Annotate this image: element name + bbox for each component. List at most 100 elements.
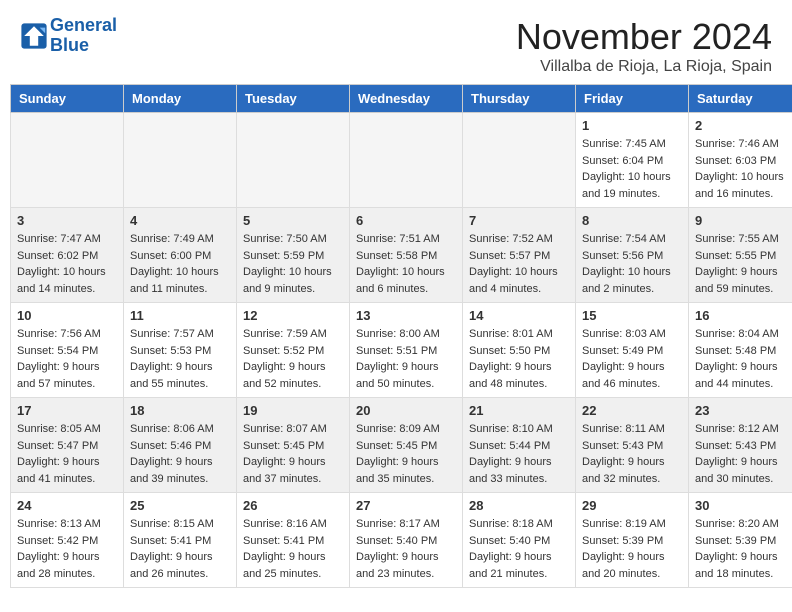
day-info: Sunrise: 8:00 AMSunset: 5:51 PMDaylight:… bbox=[356, 326, 456, 392]
calendar-cell: 18 Sunrise: 8:06 AMSunset: 5:46 PMDayligh… bbox=[124, 398, 237, 493]
calendar-cell: 15Sunrise: 8:03 AMSunset: 5:49 PMDayligh… bbox=[576, 303, 689, 398]
weekday-header-row: SundayMondayTuesdayWednesdayThursdayFrid… bbox=[11, 85, 792, 113]
calendar-cell: 3Sunrise: 7:47 AMSunset: 6:02 PMDaylight… bbox=[11, 208, 124, 303]
day-info: Sunrise: 8:16 AMSunset: 5:41 PMDaylight:… bbox=[243, 516, 343, 582]
day-info: Sunrise: 8:05 AMSunset: 5:47 PMDaylight:… bbox=[17, 421, 117, 487]
day-number: 28 bbox=[469, 498, 569, 513]
calendar-cell: 8 Sunrise: 7:54 AMSunset: 5:56 PMDaylight… bbox=[576, 208, 689, 303]
day-info: Sunrise: 7:57 AMSunset: 5:53 PMDaylight:… bbox=[130, 326, 230, 392]
day-number: 13 bbox=[356, 308, 456, 323]
calendar-cell: 28 Sunrise: 8:18 AMSunset: 5:40 PMDayligh… bbox=[463, 493, 576, 588]
day-info: Sunrise: 8:20 AMSunset: 5:39 PMDaylight:… bbox=[695, 516, 792, 582]
calendar-cell: 6Sunrise: 7:51 AMSunset: 5:58 PMDaylight… bbox=[350, 208, 463, 303]
day-number: 9 bbox=[695, 213, 792, 228]
day-info: Sunrise: 7:54 AMSunset: 5:56 PMDaylight:… bbox=[582, 231, 682, 297]
logo: General Blue bbox=[20, 16, 117, 56]
calendar-cell: 23Sunrise: 8:12 AMSunset: 5:43 PMDayligh… bbox=[689, 398, 792, 493]
day-info: Sunrise: 8:06 AMSunset: 5:46 PMDaylight:… bbox=[130, 421, 230, 487]
day-info: Sunrise: 7:55 AMSunset: 5:55 PMDaylight:… bbox=[695, 231, 792, 297]
logo-icon bbox=[20, 22, 48, 50]
calendar-cell: 29 Sunrise: 8:19 AMSunset: 5:39 PMDayligh… bbox=[576, 493, 689, 588]
calendar-cell bbox=[11, 113, 124, 208]
weekday-header: Saturday bbox=[689, 85, 792, 113]
calendar-cell: 10Sunrise: 7:56 AMSunset: 5:54 PMDayligh… bbox=[11, 303, 124, 398]
day-number: 14 bbox=[469, 308, 569, 323]
calendar-cell: 25 Sunrise: 8:15 AMSunset: 5:41 PMDayligh… bbox=[124, 493, 237, 588]
calendar-cell: 21 Sunrise: 8:10 AMSunset: 5:44 PMDayligh… bbox=[463, 398, 576, 493]
calendar-cell: 13 Sunrise: 8:00 AMSunset: 5:51 PMDayligh… bbox=[350, 303, 463, 398]
location: Villalba de Rioja, La Rioja, Spain bbox=[516, 58, 772, 76]
day-number: 24 bbox=[17, 498, 117, 513]
day-number: 20 bbox=[356, 403, 456, 418]
day-info: Sunrise: 8:04 AMSunset: 5:48 PMDaylight:… bbox=[695, 326, 792, 392]
calendar-cell: 24Sunrise: 8:13 AMSunset: 5:42 PMDayligh… bbox=[11, 493, 124, 588]
day-info: Sunrise: 8:17 AMSunset: 5:40 PMDaylight:… bbox=[356, 516, 456, 582]
title-block: November 2024 Villalba de Rioja, La Rioj… bbox=[516, 16, 772, 76]
calendar-cell: 1 Sunrise: 7:45 AMSunset: 6:04 PMDaylight… bbox=[576, 113, 689, 208]
day-info: Sunrise: 8:09 AMSunset: 5:45 PMDaylight:… bbox=[356, 421, 456, 487]
day-number: 18 bbox=[130, 403, 230, 418]
calendar-table: SundayMondayTuesdayWednesdayThursdayFrid… bbox=[10, 84, 792, 588]
logo-line1: General bbox=[50, 16, 117, 36]
day-info: Sunrise: 7:45 AMSunset: 6:04 PMDaylight:… bbox=[582, 136, 682, 202]
day-number: 25 bbox=[130, 498, 230, 513]
calendar-cell: 27 Sunrise: 8:17 AMSunset: 5:40 PMDayligh… bbox=[350, 493, 463, 588]
day-info: Sunrise: 8:15 AMSunset: 5:41 PMDaylight:… bbox=[130, 516, 230, 582]
day-number: 17 bbox=[17, 403, 117, 418]
day-info: Sunrise: 8:03 AMSunset: 5:49 PMDaylight:… bbox=[582, 326, 682, 392]
day-number: 8 bbox=[582, 213, 682, 228]
day-info: Sunrise: 7:52 AMSunset: 5:57 PMDaylight:… bbox=[469, 231, 569, 297]
day-number: 4 bbox=[130, 213, 230, 228]
calendar-cell: 12 Sunrise: 7:59 AMSunset: 5:52 PMDayligh… bbox=[237, 303, 350, 398]
day-info: Sunrise: 7:46 AMSunset: 6:03 PMDaylight:… bbox=[695, 136, 792, 202]
calendar-cell: 11 Sunrise: 7:57 AMSunset: 5:53 PMDayligh… bbox=[124, 303, 237, 398]
day-info: Sunrise: 8:18 AMSunset: 5:40 PMDaylight:… bbox=[469, 516, 569, 582]
calendar-cell bbox=[350, 113, 463, 208]
calendar-cell: 4 Sunrise: 7:49 AMSunset: 6:00 PMDaylight… bbox=[124, 208, 237, 303]
calendar-cell: 2 Sunrise: 7:46 AMSunset: 6:03 PMDaylight… bbox=[689, 113, 792, 208]
day-info: Sunrise: 8:10 AMSunset: 5:44 PMDaylight:… bbox=[469, 421, 569, 487]
calendar-cell: 9 Sunrise: 7:55 AMSunset: 5:55 PMDaylight… bbox=[689, 208, 792, 303]
month-title: November 2024 bbox=[516, 16, 772, 58]
day-info: Sunrise: 7:51 AMSunset: 5:58 PMDaylight:… bbox=[356, 231, 456, 297]
weekday-header: Monday bbox=[124, 85, 237, 113]
day-number: 29 bbox=[582, 498, 682, 513]
day-info: Sunrise: 7:59 AMSunset: 5:52 PMDaylight:… bbox=[243, 326, 343, 392]
day-info: Sunrise: 8:01 AMSunset: 5:50 PMDaylight:… bbox=[469, 326, 569, 392]
calendar-cell bbox=[237, 113, 350, 208]
calendar-week-row: 17 Sunrise: 8:05 AMSunset: 5:47 PMDayligh… bbox=[11, 398, 792, 493]
day-number: 21 bbox=[469, 403, 569, 418]
calendar-cell: 20 Sunrise: 8:09 AMSunset: 5:45 PMDayligh… bbox=[350, 398, 463, 493]
calendar-cell: 14 Sunrise: 8:01 AMSunset: 5:50 PMDayligh… bbox=[463, 303, 576, 398]
calendar-cell: 19Sunrise: 8:07 AMSunset: 5:45 PMDayligh… bbox=[237, 398, 350, 493]
calendar-cell: 17 Sunrise: 8:05 AMSunset: 5:47 PMDayligh… bbox=[11, 398, 124, 493]
calendar-week-row: 10Sunrise: 7:56 AMSunset: 5:54 PMDayligh… bbox=[11, 303, 792, 398]
calendar-cell: 22Sunrise: 8:11 AMSunset: 5:43 PMDayligh… bbox=[576, 398, 689, 493]
calendar-week-row: 3Sunrise: 7:47 AMSunset: 6:02 PMDaylight… bbox=[11, 208, 792, 303]
day-info: Sunrise: 7:50 AMSunset: 5:59 PMDaylight:… bbox=[243, 231, 343, 297]
calendar-cell: 26Sunrise: 8:16 AMSunset: 5:41 PMDayligh… bbox=[237, 493, 350, 588]
weekday-header: Sunday bbox=[11, 85, 124, 113]
day-number: 30 bbox=[695, 498, 792, 513]
calendar-cell: 5 Sunrise: 7:50 AMSunset: 5:59 PMDaylight… bbox=[237, 208, 350, 303]
day-info: Sunrise: 7:56 AMSunset: 5:54 PMDaylight:… bbox=[17, 326, 117, 392]
day-info: Sunrise: 8:19 AMSunset: 5:39 PMDaylight:… bbox=[582, 516, 682, 582]
day-number: 2 bbox=[695, 118, 792, 133]
day-number: 3 bbox=[17, 213, 117, 228]
day-number: 11 bbox=[130, 308, 230, 323]
day-info: Sunrise: 8:07 AMSunset: 5:45 PMDaylight:… bbox=[243, 421, 343, 487]
weekday-header: Wednesday bbox=[350, 85, 463, 113]
day-number: 7 bbox=[469, 213, 569, 228]
day-number: 12 bbox=[243, 308, 343, 323]
day-number: 5 bbox=[243, 213, 343, 228]
page-header: General Blue November 2024 Villalba de R… bbox=[0, 0, 792, 84]
calendar-cell: 7 Sunrise: 7:52 AMSunset: 5:57 PMDaylight… bbox=[463, 208, 576, 303]
day-number: 27 bbox=[356, 498, 456, 513]
day-number: 1 bbox=[582, 118, 682, 133]
calendar-body: 1 Sunrise: 7:45 AMSunset: 6:04 PMDaylight… bbox=[11, 113, 792, 588]
calendar-cell bbox=[124, 113, 237, 208]
day-info: Sunrise: 7:49 AMSunset: 6:00 PMDaylight:… bbox=[130, 231, 230, 297]
calendar-week-row: 1 Sunrise: 7:45 AMSunset: 6:04 PMDaylight… bbox=[11, 113, 792, 208]
day-number: 16 bbox=[695, 308, 792, 323]
calendar-cell: 30 Sunrise: 8:20 AMSunset: 5:39 PMDayligh… bbox=[689, 493, 792, 588]
